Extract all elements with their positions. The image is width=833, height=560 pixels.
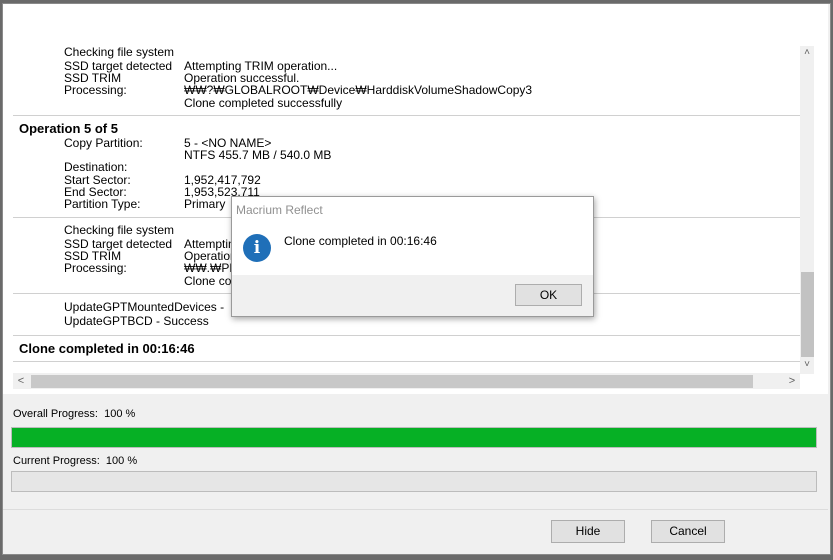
info-icon: i: [243, 234, 271, 262]
log-key: Partition Type:: [64, 197, 141, 211]
log-key: Processing:: [64, 83, 127, 97]
final-status: Clone completed in 00:16:46: [19, 341, 195, 356]
scroll-down-icon[interactable]: ˅: [800, 358, 814, 372]
log-key: UpdateGPTBCD - Success: [64, 314, 209, 328]
horizontal-scrollbar[interactable]: < >: [13, 373, 800, 389]
log-key: Checking file system: [64, 45, 175, 59]
log-key: Processing:: [64, 261, 127, 275]
log-key: UpdateGPTMountedDevices -: [64, 300, 228, 314]
log-value: Primary: [184, 197, 226, 211]
log-value: Clone completed successfully: [184, 96, 343, 110]
operation-header: Operation 5 of 5: [19, 121, 118, 136]
overall-progress-label: Overall Progress: 100 %: [13, 408, 136, 420]
overall-progress-bar: [11, 427, 817, 448]
cancel-button[interactable]: Cancel: [651, 520, 725, 543]
scroll-left-icon[interactable]: <: [13, 373, 29, 389]
message-dialog: Macrium Reflect i Clone completed in 00:…: [231, 196, 594, 317]
dialog-title: Macrium Reflect: [236, 203, 323, 217]
log-separator: [13, 335, 800, 336]
horizontal-scroll-thumb[interactable]: [31, 375, 753, 388]
log-key: Checking file system: [64, 223, 175, 237]
scroll-right-icon[interactable]: >: [784, 373, 800, 389]
dialog-message: Clone completed in 00:16:46: [284, 234, 437, 248]
overall-progress-fill: [12, 428, 816, 447]
hide-button[interactable]: Hide: [551, 520, 625, 543]
log-key: Copy Partition:: [64, 136, 143, 150]
log-value: NTFS 455.7 MB / 540.0 MB: [184, 148, 332, 162]
log-separator: [13, 361, 800, 362]
vertical-scroll-thumb[interactable]: [801, 272, 814, 357]
log-separator: [13, 115, 800, 116]
log-value: Clone co: [184, 274, 232, 288]
current-progress-bar: [11, 471, 817, 492]
dialog-footer: OK: [232, 275, 593, 316]
scroll-up-icon[interactable]: ˄: [800, 46, 814, 60]
ok-button[interactable]: OK: [515, 284, 582, 306]
vertical-scrollbar[interactable]: ˄ ˅: [800, 46, 814, 374]
current-progress-label: Current Progress: 100 %: [13, 455, 138, 467]
